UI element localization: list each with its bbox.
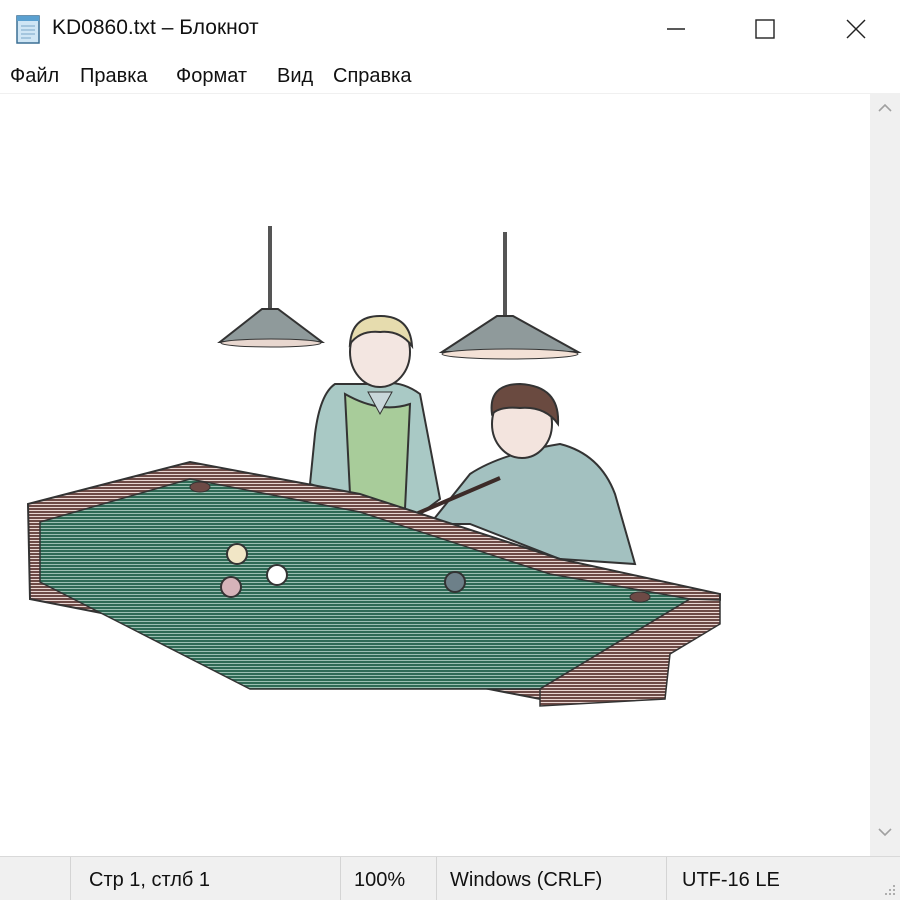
text-editor[interactable]: [0, 94, 870, 856]
white-cue-ball: [266, 564, 288, 586]
maximize-icon: [755, 19, 775, 39]
left-lamp: [217, 226, 325, 348]
menu-help[interactable]: Справка: [333, 65, 411, 88]
billiards-clipart-image: [26, 226, 721, 707]
zoom-level: 100%: [354, 869, 406, 891]
minimize-icon: [667, 28, 685, 30]
pink-ball: [220, 576, 242, 598]
title-bar[interactable]: KD0860.txt – Блокнот: [0, 0, 900, 58]
menu-format[interactable]: Формат: [176, 65, 247, 88]
status-separator: [340, 857, 341, 900]
chevron-down-icon: [878, 828, 892, 837]
scroll-down-button[interactable]: [870, 826, 900, 850]
status-separator: [70, 857, 71, 900]
menu-edit[interactable]: Правка: [80, 65, 148, 88]
line-endings: Windows (CRLF): [450, 869, 603, 891]
window-title: KD0860.txt – Блокнот: [52, 16, 259, 39]
encoding: UTF-16 LE: [682, 869, 780, 891]
scroll-up-button[interactable]: [870, 102, 900, 126]
cream-ball: [226, 543, 248, 565]
status-bar: Стр 1, стлб 1 100% Windows (CRLF) UTF-16…: [0, 856, 900, 900]
minimize-button[interactable]: [630, 0, 722, 58]
vertical-scrollbar[interactable]: [870, 94, 900, 856]
menu-view[interactable]: Вид: [277, 65, 313, 88]
resize-grip-icon[interactable]: [882, 882, 896, 896]
cursor-position: Стр 1, стлб 1: [89, 869, 211, 891]
blue-ball: [444, 571, 466, 593]
notepad-icon: [14, 13, 44, 45]
right-lamp: [438, 232, 582, 360]
menu-file[interactable]: Файл: [10, 65, 59, 88]
maximize-button[interactable]: [719, 0, 811, 58]
close-icon: [846, 19, 866, 39]
menu-bar: Файл Правка Формат Вид Справка: [0, 58, 900, 94]
chevron-up-icon: [878, 103, 892, 112]
status-separator: [666, 857, 667, 900]
status-separator: [436, 857, 437, 900]
close-button[interactable]: [810, 0, 900, 58]
standing-boy: [308, 314, 442, 516]
